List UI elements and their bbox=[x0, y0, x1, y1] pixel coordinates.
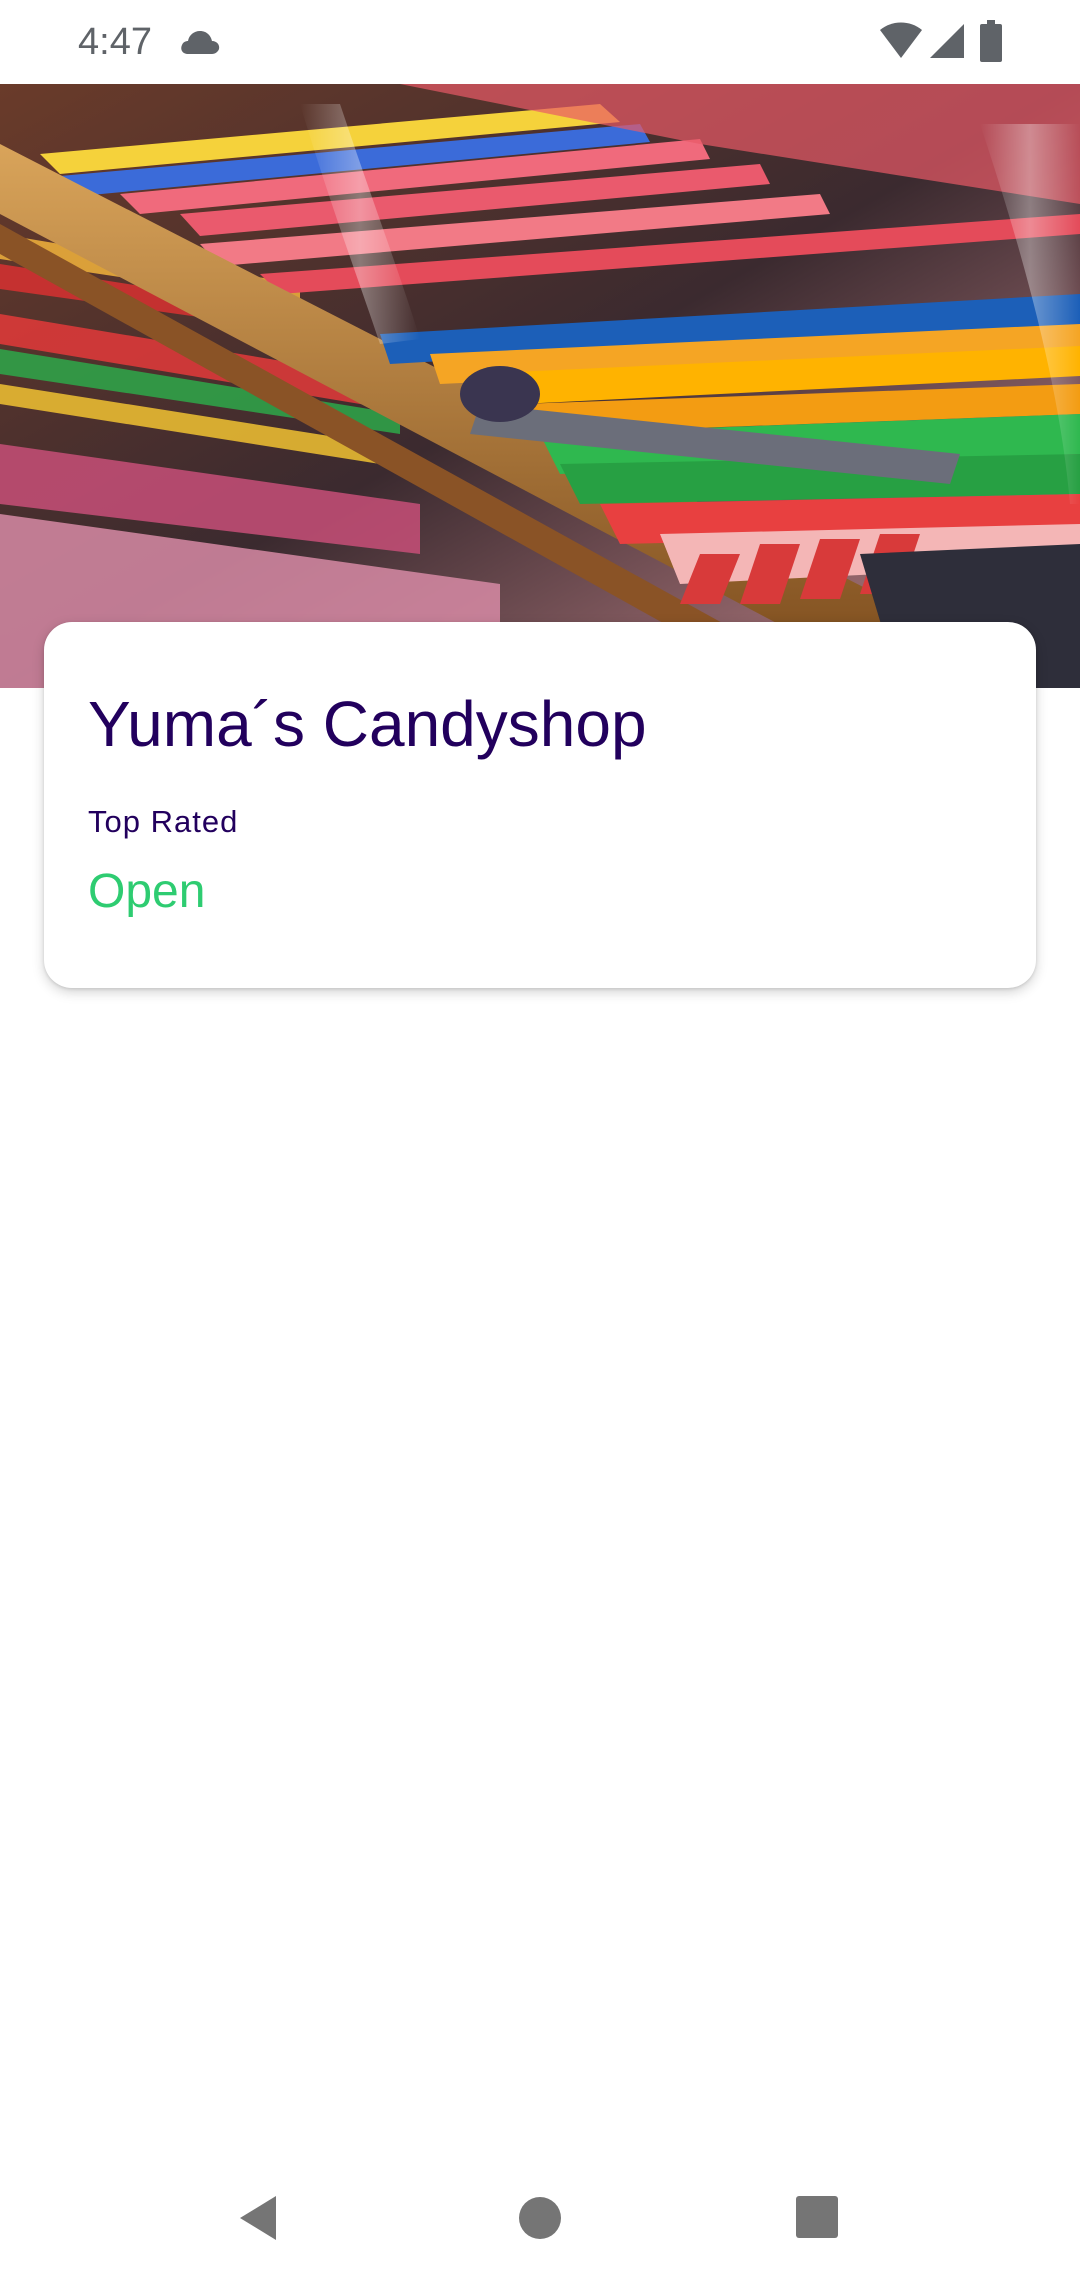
status-time: 4:47 bbox=[78, 21, 152, 63]
home-icon[interactable] bbox=[518, 2196, 562, 2240]
rating-label: Top Rated bbox=[88, 804, 239, 839]
status-bar: 4:47 bbox=[0, 0, 1080, 84]
open-status: Open bbox=[88, 865, 206, 918]
hero-image bbox=[0, 84, 1080, 688]
shop-card[interactable]: Yuma´s Candyshop Top Rated Open bbox=[44, 622, 1036, 988]
candy-sticks-photo bbox=[0, 84, 1080, 688]
signal-icon bbox=[930, 24, 964, 58]
wifi-icon bbox=[880, 22, 922, 58]
battery-icon bbox=[980, 20, 1002, 62]
back-icon[interactable] bbox=[236, 2194, 280, 2242]
shop-title: Yuma´s Candyshop bbox=[88, 688, 647, 760]
navigation-bar bbox=[0, 2160, 1080, 2280]
cloud-icon bbox=[181, 31, 220, 54]
recents-icon[interactable] bbox=[796, 2196, 838, 2238]
